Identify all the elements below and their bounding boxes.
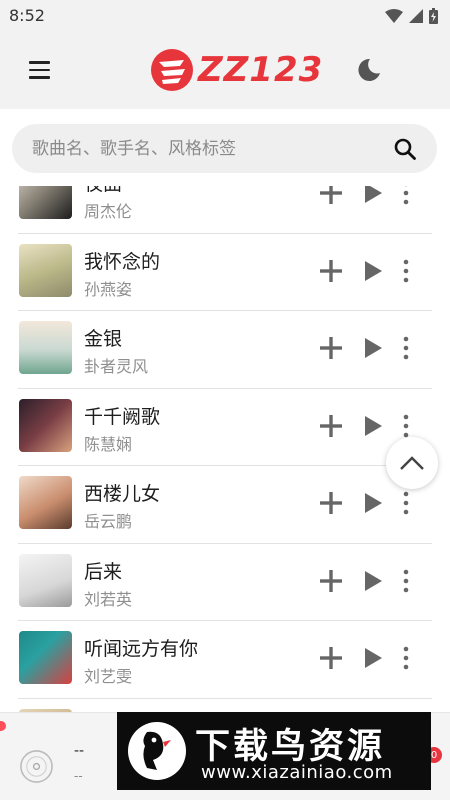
play-icon[interactable] bbox=[363, 647, 383, 669]
watermark-banner: 下载鸟资源 www.xiazainiao.com bbox=[117, 712, 431, 790]
song-row[interactable]: 金银 卦者灵风 bbox=[0, 311, 450, 389]
more-vertical-icon[interactable] bbox=[398, 258, 414, 284]
logo-mark-icon bbox=[151, 49, 193, 91]
more-vertical-icon[interactable] bbox=[398, 568, 414, 594]
add-icon[interactable] bbox=[318, 490, 344, 516]
play-icon[interactable] bbox=[363, 260, 383, 282]
wifi-icon bbox=[385, 8, 403, 23]
song-title: 西楼儿女 bbox=[84, 483, 161, 505]
logo-text: ZZ123 bbox=[198, 50, 324, 90]
song-row[interactable]: 我怀念的 孙燕姿 bbox=[0, 234, 450, 312]
player-song-artist: -- bbox=[74, 769, 83, 783]
song-row[interactable]: 稻香 bbox=[0, 699, 450, 712]
album-cover bbox=[19, 476, 72, 529]
song-list: 夜曲周杰伦我怀念的孙燕姿金银卦者灵风千千阙歌陈慧娴西楼儿女岳云鹏后来刘若英听闻远… bbox=[0, 186, 450, 712]
add-icon[interactable] bbox=[318, 645, 344, 671]
song-row[interactable]: 西楼儿女 岳云鹏 bbox=[0, 466, 450, 544]
scroll-to-top-button[interactable] bbox=[386, 437, 438, 489]
app-logo: ZZ123 bbox=[150, 45, 323, 95]
more-vertical-icon[interactable] bbox=[398, 490, 414, 516]
song-row[interactable]: 千千阙歌 陈慧娴 bbox=[0, 389, 450, 467]
search-bar bbox=[12, 124, 437, 173]
song-artist: 陈慧娴 bbox=[84, 434, 133, 454]
album-cover bbox=[19, 631, 72, 684]
watermark-url: www.xiazainiao.com bbox=[201, 762, 393, 783]
play-icon[interactable] bbox=[363, 337, 383, 359]
status-bar: 8:52 bbox=[0, 0, 450, 31]
album-cover bbox=[19, 553, 72, 607]
status-time: 8:52 bbox=[9, 6, 45, 25]
song-row[interactable]: 听闻远方有你 刘艺雯 bbox=[0, 621, 450, 699]
song-artist: 周杰伦 bbox=[84, 202, 133, 221]
more-vertical-icon[interactable] bbox=[398, 645, 414, 671]
dark-mode-moon-icon[interactable] bbox=[356, 57, 382, 83]
search-input[interactable] bbox=[32, 138, 393, 159]
menu-icon-bar bbox=[29, 76, 50, 79]
song-artist: 刘艺雯 bbox=[84, 667, 133, 686]
search-icon[interactable] bbox=[393, 137, 417, 161]
player-song-title: -- bbox=[74, 743, 85, 759]
song-title: 我怀念的 bbox=[84, 250, 161, 273]
album-cover bbox=[19, 186, 72, 219]
player-indicator-dot bbox=[0, 721, 6, 731]
app-header: ZZ123 bbox=[0, 31, 450, 109]
more-vertical-icon[interactable] bbox=[398, 186, 414, 206]
signal-icon bbox=[409, 8, 423, 23]
song-artist: 孙燕姿 bbox=[84, 279, 133, 299]
add-icon[interactable] bbox=[318, 568, 344, 594]
song-title: 听闻远方有你 bbox=[84, 638, 199, 660]
song-title: 后来 bbox=[84, 560, 123, 583]
song-artist: 卦者灵风 bbox=[84, 357, 149, 376]
album-cover bbox=[19, 321, 72, 374]
play-icon[interactable] bbox=[363, 415, 383, 437]
song-artist: 刘若英 bbox=[84, 589, 133, 609]
song-row[interactable]: 后来 刘若英 bbox=[0, 544, 450, 622]
song-row[interactable]: 夜曲周杰伦 bbox=[0, 186, 450, 234]
song-artist: 岳云鹏 bbox=[84, 512, 133, 531]
song-title: 金银 bbox=[84, 328, 123, 350]
status-icons bbox=[385, 7, 438, 24]
add-icon[interactable] bbox=[318, 258, 344, 284]
vinyl-disc-icon bbox=[20, 750, 53, 783]
menu-button[interactable] bbox=[22, 55, 58, 85]
play-icon[interactable] bbox=[363, 492, 383, 514]
play-icon[interactable] bbox=[363, 186, 383, 204]
bird-logo-icon bbox=[128, 722, 186, 780]
add-icon[interactable] bbox=[318, 335, 344, 361]
battery-icon bbox=[429, 7, 438, 24]
album-cover bbox=[19, 398, 72, 452]
album-cover bbox=[19, 243, 72, 297]
play-icon[interactable] bbox=[363, 570, 383, 592]
more-vertical-icon[interactable] bbox=[398, 335, 414, 361]
add-icon[interactable] bbox=[318, 186, 344, 206]
more-vertical-icon[interactable] bbox=[398, 413, 414, 439]
menu-icon-bar bbox=[29, 61, 50, 64]
add-icon[interactable] bbox=[318, 413, 344, 439]
song-title: 夜曲 bbox=[84, 186, 122, 196]
menu-icon-bar bbox=[29, 68, 50, 72]
song-title: 千千阙歌 bbox=[84, 405, 161, 428]
chevron-up-icon bbox=[400, 456, 424, 470]
